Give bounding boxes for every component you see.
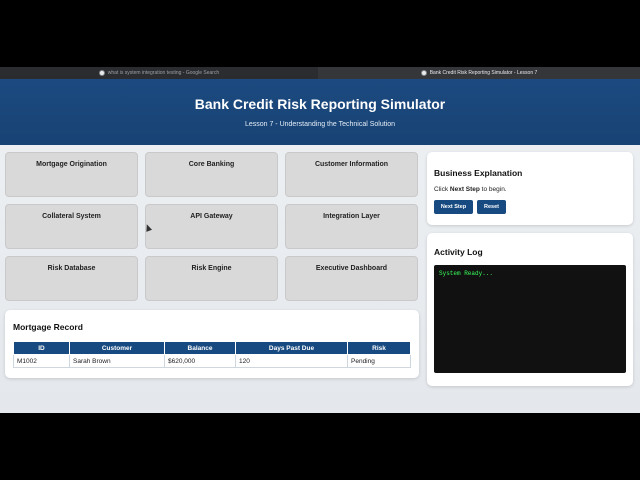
system-core-banking[interactable]: Core Banking [145, 152, 278, 197]
explanation-text-prefix: Click [434, 186, 450, 193]
explanation-buttons: Next Step Reset [434, 200, 626, 214]
screen: what is system integration testing - Goo… [0, 0, 640, 480]
cell-balance: $620,000 [164, 354, 236, 368]
log-line: System Ready... [439, 270, 494, 277]
column-header: Balance [164, 341, 236, 355]
business-explanation-card: Business Explanation Click Next Step to … [427, 152, 633, 225]
tab-label: what is system integration testing - Goo… [107, 70, 220, 76]
activity-log-title: Activity Log [434, 247, 483, 257]
page-icon [420, 70, 427, 76]
reset-button[interactable]: Reset [477, 200, 506, 214]
tab-label: Bank Credit Risk Reporting Simulator - L… [429, 70, 538, 76]
right-column: Business Explanation Click Next Step to … [427, 152, 633, 386]
explanation-text: Click Next Step to begin. [434, 186, 626, 193]
table-header-row: ID Customer Balance Days Past Due Risk [13, 341, 411, 355]
page: Bank Credit Risk Reporting Simulator Les… [0, 79, 640, 413]
browser-tab-bar: what is system integration testing - Goo… [0, 67, 640, 79]
column-header: ID [13, 341, 70, 355]
mortgage-record-title: Mortgage Record [13, 322, 83, 332]
system-risk-engine[interactable]: Risk Engine [145, 256, 278, 301]
system-api-gateway[interactable]: API Gateway [145, 204, 278, 249]
column-header: Risk [347, 341, 411, 355]
page-header: Bank Credit Risk Reporting Simulator Les… [0, 79, 640, 145]
table-row: M1002 Sarah Brown $620,000 120 Pending [13, 354, 411, 368]
next-step-button[interactable]: Next Step [434, 200, 473, 214]
system-integration-layer[interactable]: Integration Layer [285, 204, 418, 249]
cell-id: M1002 [13, 354, 70, 368]
cell-customer: Sarah Brown [69, 354, 165, 368]
page-subtitle: Lesson 7 - Understanding the Technical S… [244, 121, 396, 128]
system-risk-database[interactable]: Risk Database [5, 256, 138, 301]
left-column: Mortgage Origination Core Banking Custom… [5, 152, 419, 378]
column-header: Days Past Due [235, 341, 348, 355]
explanation-title: Business Explanation [434, 168, 523, 178]
system-collateral[interactable]: Collateral System [5, 204, 138, 249]
tab-google-search[interactable]: what is system integration testing - Goo… [0, 67, 318, 79]
system-customer-information[interactable]: Customer Information [285, 152, 418, 197]
google-icon [98, 70, 105, 76]
system-mortgage-origination[interactable]: Mortgage Origination [5, 152, 138, 197]
activity-log-card: Activity Log System Ready... [427, 233, 633, 386]
column-header: Customer [69, 341, 165, 355]
cell-days-past-due: 120 [235, 354, 348, 368]
mortgage-record-table: ID Customer Balance Days Past Due Risk M… [13, 341, 411, 368]
cell-risk: Pending [347, 354, 411, 368]
mortgage-record-card: Mortgage Record ID Customer Balance Days… [5, 310, 419, 378]
tab-simulator[interactable]: Bank Credit Risk Reporting Simulator - L… [318, 67, 640, 79]
explanation-text-suffix: to begin. [479, 186, 507, 193]
activity-log-console[interactable]: System Ready... [434, 265, 626, 373]
system-executive-dashboard[interactable]: Executive Dashboard [285, 256, 418, 301]
explanation-text-bold: Next Step [449, 186, 480, 193]
page-title: Bank Credit Risk Reporting Simulator [194, 96, 446, 112]
system-grid: Mortgage Origination Core Banking Custom… [5, 152, 419, 301]
